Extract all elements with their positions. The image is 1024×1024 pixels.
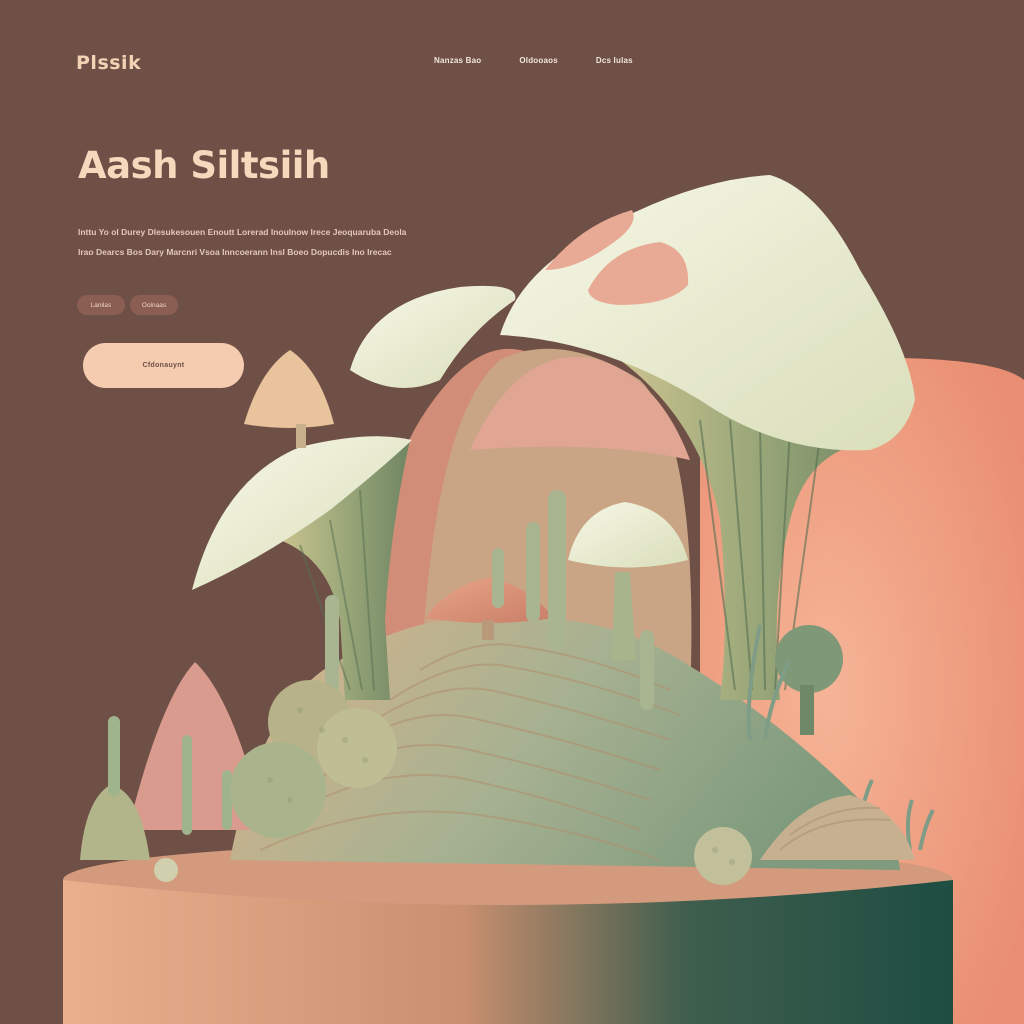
nav-item-3[interactable]: Dcs Iulas: [596, 56, 633, 65]
nav-item-1[interactable]: Nanzas Bao: [434, 56, 481, 65]
tag-1[interactable]: Lanilas: [77, 295, 125, 315]
brand-logo[interactable]: Plssik: [76, 52, 141, 74]
cone-mushroom: [244, 350, 334, 428]
cta-button[interactable]: Cfdonauynt: [83, 343, 244, 388]
tag-2[interactable]: Oolnaas: [130, 295, 178, 315]
round-tree: [775, 625, 843, 693]
top-nav: Nanzas Bao Oldooaos Dcs Iulas: [434, 56, 633, 65]
nav-item-2[interactable]: Oldooaos: [519, 56, 558, 65]
hero-description: Inttu Yo ol Durey Dlesukesouen Enoutt Lo…: [78, 227, 407, 257]
hero-title: Aash Siltsiih: [78, 144, 330, 187]
tag-list: Lanilas Oolnaas: [77, 295, 178, 315]
